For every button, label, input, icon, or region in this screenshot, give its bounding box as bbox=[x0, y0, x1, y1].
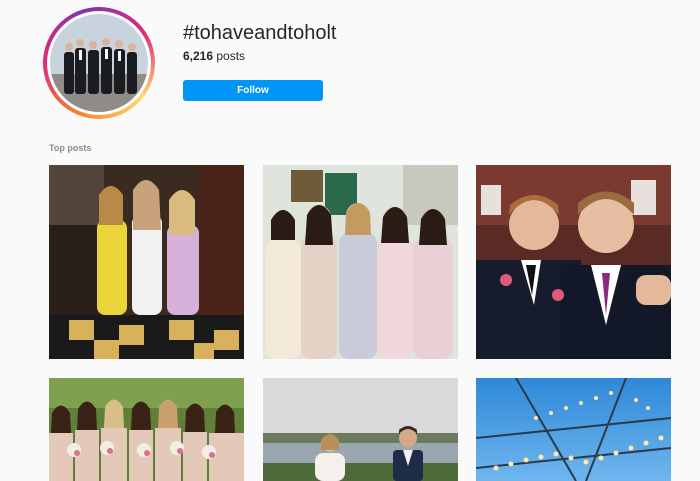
top-post-6[interactable] bbox=[476, 378, 671, 481]
top-post-2[interactable] bbox=[263, 165, 458, 359]
top-post-4[interactable] bbox=[49, 378, 244, 481]
hashtag-title: #tohaveandtoholt bbox=[183, 22, 337, 44]
top-posts-heading: Top posts bbox=[49, 143, 92, 153]
post-image bbox=[476, 165, 671, 359]
top-post-3[interactable] bbox=[476, 165, 671, 359]
post-image bbox=[263, 378, 458, 481]
post-image bbox=[49, 378, 244, 481]
top-post-1[interactable] bbox=[49, 165, 244, 359]
top-post-5[interactable] bbox=[263, 378, 458, 481]
posts-count: 6,216 posts bbox=[183, 49, 245, 63]
post-image bbox=[476, 378, 671, 481]
hashtag-profile-ring bbox=[43, 7, 155, 119]
posts-count-label: posts bbox=[216, 49, 246, 63]
hashtag-profile-image bbox=[50, 14, 148, 112]
posts-count-number: 6,216 bbox=[183, 49, 214, 63]
follow-button[interactable]: Follow bbox=[183, 80, 323, 101]
post-image bbox=[263, 165, 458, 359]
post-image bbox=[49, 165, 244, 359]
